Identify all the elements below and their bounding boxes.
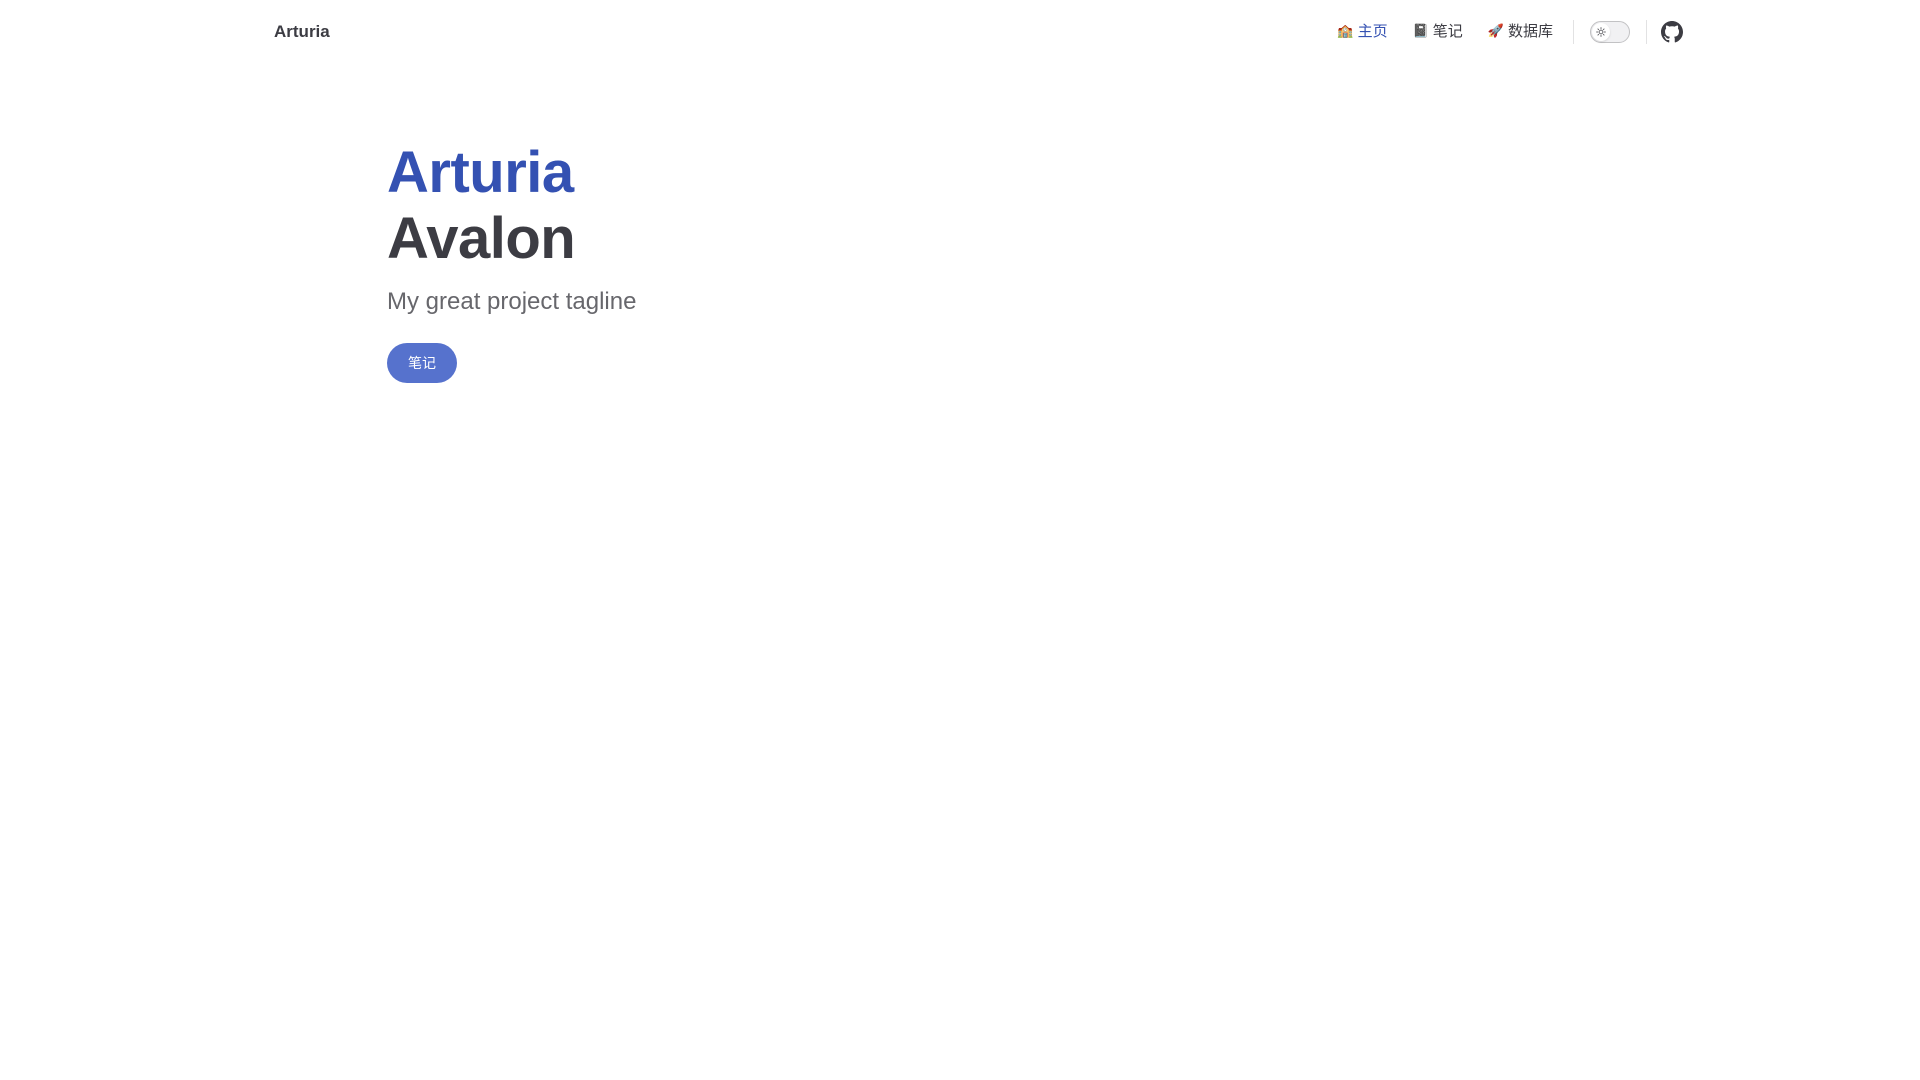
nav-bar: 🏫 主页 📓 笔记 🚀 数据库 [1337, 16, 1683, 48]
hero-text: Avalon [387, 206, 576, 271]
nav-item-database[interactable]: 🚀 数据库 [1488, 16, 1553, 48]
site-title[interactable]: Arturia [274, 20, 330, 44]
hero-tagline: My great project tagline [387, 288, 637, 315]
nav-divider [1573, 20, 1574, 44]
notebook-icon: 📓 [1412, 24, 1429, 39]
nav-item-notes[interactable]: 📓 笔记 [1413, 16, 1463, 48]
github-icon[interactable] [1661, 21, 1683, 43]
nav-item-home[interactable]: 🏫 主页 [1337, 16, 1387, 48]
hero-section: Arturia Avalon My great project tagline … [387, 140, 636, 383]
rocket-icon: 🚀 [1487, 24, 1504, 39]
nav-item-label: 笔记 [1432, 23, 1463, 40]
hero-notes-button[interactable]: 笔记 [387, 343, 457, 383]
sun-icon [1592, 23, 1610, 41]
top-navbar: Arturia 🏫 主页 📓 笔记 🚀 数据库 [0, 0, 1920, 64]
nav-item-label: 主页 [1357, 23, 1388, 40]
hero-name: Arturia [387, 140, 574, 205]
school-icon: 🏫 [1337, 24, 1354, 39]
nav-divider [1646, 20, 1647, 44]
appearance-toggle[interactable] [1590, 21, 1630, 43]
nav-item-label: 数据库 [1507, 23, 1553, 40]
